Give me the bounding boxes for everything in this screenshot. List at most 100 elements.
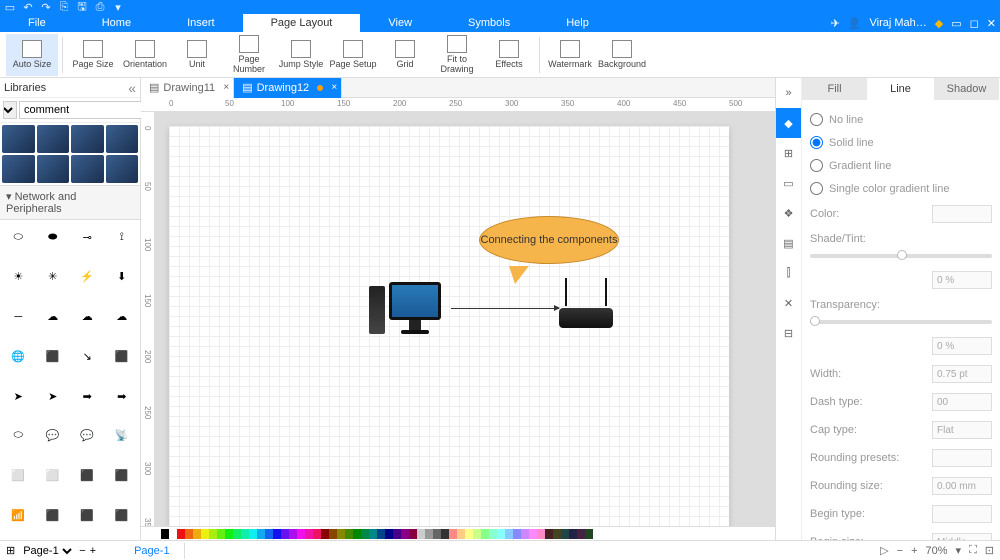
palette-shape[interactable]: 📶	[2, 500, 35, 530]
rounding-preset[interactable]	[932, 449, 992, 467]
notify-icon[interactable]: ◆	[935, 17, 943, 30]
color-swatch[interactable]	[337, 529, 345, 539]
presentation-icon[interactable]: ▷	[880, 544, 888, 557]
router-shape[interactable]	[559, 278, 613, 328]
menu-help[interactable]: Help	[538, 14, 617, 32]
palette-shape[interactable]: ☀	[2, 262, 35, 292]
menu-symbols[interactable]: Symbols	[440, 14, 538, 32]
color-swatch[interactable]	[529, 529, 537, 539]
background-button[interactable]: Background	[596, 34, 648, 76]
menu-view[interactable]: View	[360, 14, 440, 32]
category-header[interactable]: ▾ Network and Peripherals	[0, 185, 140, 220]
color-swatch[interactable]	[409, 529, 417, 539]
palette-shape[interactable]: ⬜	[2, 461, 35, 491]
palette-shape[interactable]: ⬛	[106, 341, 139, 371]
page-select[interactable]: Page-1	[19, 544, 75, 558]
color-swatch[interactable]	[233, 529, 241, 539]
color-swatch[interactable]	[289, 529, 297, 539]
menu-home[interactable]: Home	[74, 14, 159, 32]
close-icon[interactable]: ✕	[987, 17, 996, 30]
palette-shape[interactable]: ⟟	[106, 222, 139, 252]
palette-shape[interactable]: ⬛	[71, 461, 104, 491]
color-swatch[interactable]	[481, 529, 489, 539]
orientation-button[interactable]: Orientation	[119, 34, 171, 76]
color-swatch[interactable]	[377, 529, 385, 539]
palette-shape[interactable]: ☁	[71, 302, 104, 332]
palette-shape[interactable]: ⬭	[2, 421, 35, 451]
palette-shape[interactable]: ⬛	[106, 461, 139, 491]
color-swatch[interactable]	[401, 529, 409, 539]
next-page-icon[interactable]: +	[90, 545, 96, 557]
color-swatch[interactable]	[585, 529, 593, 539]
connector-line[interactable]	[451, 308, 559, 309]
palette-shape[interactable]: ⚡	[71, 262, 104, 292]
color-swatch[interactable]	[265, 529, 273, 539]
color-swatch[interactable]	[361, 529, 369, 539]
color-swatch[interactable]	[393, 529, 401, 539]
recent-shape[interactable]	[37, 125, 70, 153]
color-swatch[interactable]	[457, 529, 465, 539]
document-tab[interactable]: ▤Drawing12×	[234, 78, 342, 98]
zoom-value[interactable]: 70%	[926, 545, 948, 557]
close-tab-icon[interactable]: ×	[223, 82, 229, 93]
transparency-value[interactable]: 0 %	[932, 337, 992, 355]
qat-icon[interactable]: ▭	[4, 1, 16, 13]
color-swatch[interactable]	[505, 529, 513, 539]
comment-rail-icon[interactable]: ⊟	[776, 318, 801, 348]
recent-shape[interactable]	[106, 125, 139, 153]
page-rail-icon[interactable]: ▤	[776, 228, 801, 258]
style-rail-icon[interactable]: ◆	[776, 108, 801, 138]
palette-shape[interactable]: ⬛	[37, 500, 70, 530]
close-tab-icon[interactable]: ×	[331, 82, 337, 93]
pages-icon[interactable]: ⊞	[6, 544, 15, 557]
gradient-line-radio[interactable]	[810, 159, 823, 172]
page-setup-button[interactable]: Page Setup	[327, 34, 379, 76]
color-swatch[interactable]	[193, 529, 201, 539]
fullscreen-icon[interactable]: ⊡	[985, 544, 994, 557]
palette-shape[interactable]: ⬜	[37, 461, 70, 491]
palette-shape[interactable]: 💬	[71, 421, 104, 451]
shade-value[interactable]: 0 %	[932, 271, 992, 289]
color-swatch[interactable]	[329, 529, 337, 539]
color-swatch[interactable]	[417, 529, 425, 539]
color-swatch[interactable]	[305, 529, 313, 539]
begin-size[interactable]: Middle	[932, 533, 992, 540]
jump-style-button[interactable]: Jump Style	[275, 34, 327, 76]
cap-select[interactable]: Flat	[932, 421, 992, 439]
color-swatch[interactable]	[489, 529, 497, 539]
recent-shape[interactable]	[71, 155, 104, 183]
palette-shape[interactable]: ➤	[2, 381, 35, 411]
palette-shape[interactable]: ⬛	[106, 500, 139, 530]
speech-bubble-shape[interactable]: Connecting the components	[479, 216, 619, 276]
page[interactable]: Connecting the components	[169, 126, 729, 526]
color-swatch[interactable]	[249, 529, 257, 539]
color-swatch[interactable]	[345, 529, 353, 539]
invite-icon[interactable]: 👤	[848, 17, 862, 30]
menu-page-layout[interactable]: Page Layout	[243, 14, 361, 32]
page-size-button[interactable]: Page Size	[67, 34, 119, 76]
color-swatch[interactable]	[281, 529, 289, 539]
qat-icon[interactable]: ↷	[40, 1, 52, 13]
color-picker[interactable]	[932, 205, 992, 223]
image-rail-icon[interactable]: ▭	[776, 168, 801, 198]
color-swatch[interactable]	[569, 529, 577, 539]
tab-line[interactable]: Line	[868, 78, 934, 100]
color-swatch[interactable]	[385, 529, 393, 539]
palette-shape[interactable]: ⊸	[71, 222, 104, 252]
share-icon[interactable]: ✈	[831, 17, 840, 30]
palette-shape[interactable]: ✳	[37, 262, 70, 292]
computer-shape[interactable]	[369, 278, 449, 338]
qat-icon[interactable]: 🖫	[76, 1, 88, 13]
color-swatch[interactable]	[201, 529, 209, 539]
recent-shape[interactable]	[37, 155, 70, 183]
document-tab[interactable]: ▤Drawing11×	[141, 78, 234, 98]
collapse-icon[interactable]: «	[128, 80, 136, 96]
min-icon[interactable]: ▭	[951, 17, 961, 30]
shuffle-rail-icon[interactable]: ✕	[776, 288, 801, 318]
no-line-radio[interactable]	[810, 113, 823, 126]
recent-shape[interactable]	[71, 125, 104, 153]
grid-button[interactable]: Grid	[379, 34, 431, 76]
qat-icon[interactable]: ▾	[112, 1, 124, 13]
palette-shape[interactable]: ➡	[106, 381, 139, 411]
color-swatch[interactable]	[449, 529, 457, 539]
